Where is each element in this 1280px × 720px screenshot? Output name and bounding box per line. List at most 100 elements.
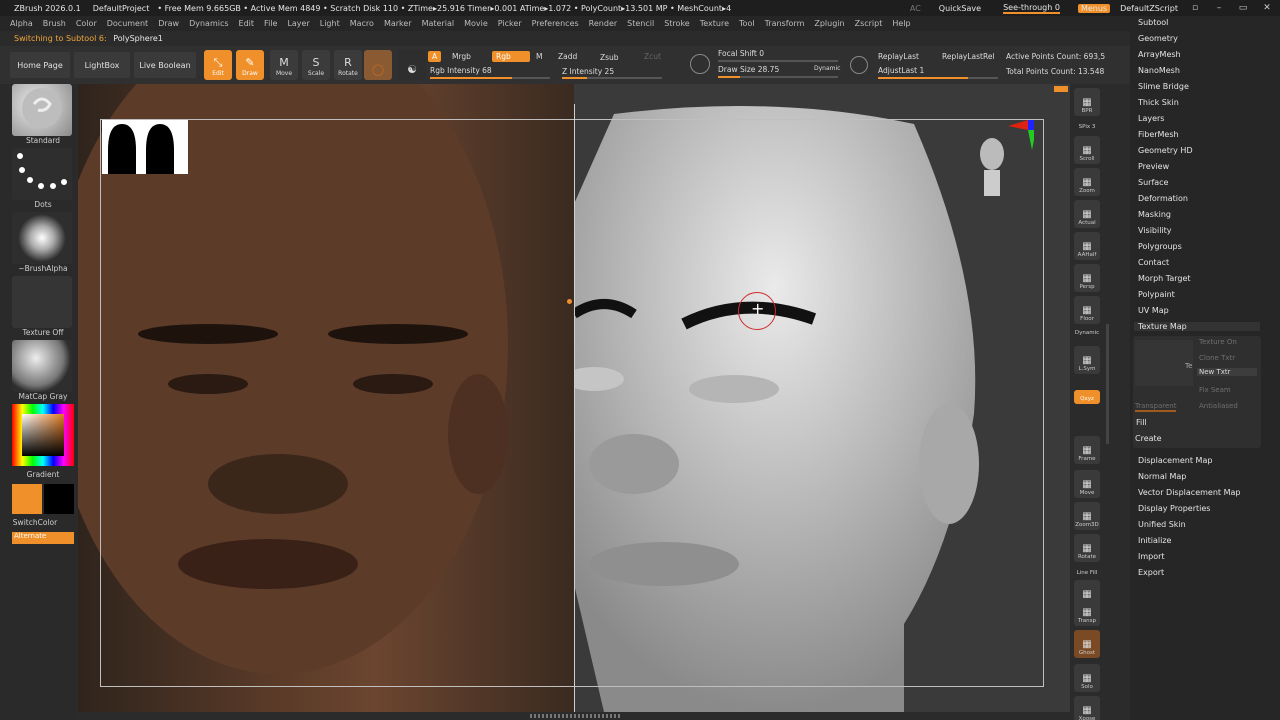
rotate-button[interactable]: R Rotate [334, 50, 362, 80]
menu-stencil[interactable]: Stencil [627, 19, 654, 28]
scale-button[interactable]: S Scale [302, 50, 330, 80]
brush-thumbnail[interactable] [12, 84, 72, 136]
menu-light[interactable]: Light [320, 19, 340, 28]
shelf-linefill-button[interactable]: Line Fill [1074, 564, 1100, 578]
palette-texture-map[interactable]: Texture Map [1134, 322, 1260, 331]
rgb-button[interactable]: Rgb [492, 51, 530, 62]
shelf-floor-button[interactable]: ▦ Floor [1074, 296, 1100, 324]
shelf-aahalf-button[interactable]: ▦ AAHalf [1074, 232, 1100, 260]
menu-material[interactable]: Material [422, 19, 455, 28]
secondary-color-swatch[interactable] [44, 484, 74, 514]
palette-geometry[interactable]: Geometry [1138, 34, 1178, 43]
minimize-icon[interactable]: – [1212, 3, 1226, 13]
dynamic-label[interactable]: Dynamic [814, 65, 840, 72]
stroke-thumbnail[interactable] [12, 148, 72, 200]
draw-size-slider[interactable] [718, 76, 838, 78]
project-name[interactable]: DefaultProject [93, 4, 150, 13]
palette-slime-bridge[interactable]: Slime Bridge [1138, 82, 1189, 91]
menu-file[interactable]: File [264, 19, 277, 28]
shelf-solo-button[interactable]: ▦ Solo [1074, 664, 1100, 692]
palette-displacement-map[interactable]: Displacement Map [1138, 456, 1212, 465]
palette-polypaint[interactable]: Polypaint [1138, 290, 1175, 299]
palette-normal-map[interactable]: Normal Map [1138, 472, 1186, 481]
clone-txtr-button[interactable]: Clone Txtr [1199, 354, 1235, 362]
palette-preview[interactable]: Preview [1138, 162, 1169, 171]
antialiased-toggle[interactable]: Antialiased [1199, 402, 1238, 410]
menu-draw[interactable]: Draw [158, 19, 179, 28]
shelf-zoom3d-button[interactable]: ▦ Zoom3D [1074, 502, 1100, 530]
help-icon[interactable]: ▫ [1188, 3, 1202, 13]
shelf-spix-button[interactable]: SPix 3 [1074, 118, 1100, 132]
edit-button[interactable]: ⤡ Edit [204, 50, 232, 80]
menu-movie[interactable]: Movie [464, 19, 488, 28]
palette-layers[interactable]: Layers [1138, 114, 1164, 123]
menu-picker[interactable]: Picker [498, 19, 522, 28]
move-button[interactable]: M Move [270, 50, 298, 80]
texture-on-button[interactable]: Texture On [1199, 338, 1237, 346]
menu-document[interactable]: Document [107, 19, 148, 28]
shelf-rotate-button[interactable]: ▦ Rotate [1074, 534, 1100, 562]
bottom-tray-handle[interactable] [530, 714, 620, 718]
palette-display-properties[interactable]: Display Properties [1138, 504, 1210, 513]
menu-marker[interactable]: Marker [384, 19, 412, 28]
rgb-intensity-slider[interactable] [430, 77, 550, 79]
focal-shift-icon[interactable] [690, 54, 710, 74]
palette-morph-target[interactable]: Morph Target [1138, 274, 1191, 283]
palette-masking[interactable]: Masking [1138, 210, 1171, 219]
material-swatch[interactable]: ◯ [364, 50, 392, 80]
fix-seam-button[interactable]: Fix Seam [1199, 386, 1231, 394]
mrgb-button[interactable]: Mrgb [452, 52, 471, 61]
switch-color-button[interactable]: SwitchColor [0, 518, 70, 527]
palette-contact[interactable]: Contact [1138, 258, 1169, 267]
palette-surface[interactable]: Surface [1138, 178, 1168, 187]
menu-texture[interactable]: Texture [700, 19, 729, 28]
menu-edit[interactable]: Edit [239, 19, 255, 28]
menu-alpha[interactable]: Alpha [10, 19, 33, 28]
replay-last-rel-button[interactable]: ReplayLastRel [942, 52, 995, 61]
viewport-canvas[interactable]: + [78, 84, 1070, 712]
menu-color[interactable]: Color [76, 19, 97, 28]
menu-transform[interactable]: Transform [765, 19, 805, 28]
adjust-last-track[interactable] [878, 77, 998, 79]
shelf-move-button[interactable]: ▦ Move [1074, 470, 1100, 498]
menu-dynamics[interactable]: Dynamics [189, 19, 228, 28]
palette-geometry-hd[interactable]: Geometry HD [1138, 146, 1193, 155]
shelf-actual-button[interactable]: ▦ Actual [1074, 200, 1100, 228]
menu-brush[interactable]: Brush [43, 19, 66, 28]
focal-shift-slider[interactable] [718, 60, 838, 62]
home-page-button[interactable]: Home Page [10, 52, 70, 78]
material-thumbnail[interactable] [12, 340, 72, 392]
palette-arraymesh[interactable]: ArrayMesh [1138, 50, 1181, 59]
palette-visibility[interactable]: Visibility [1138, 226, 1172, 235]
replay-last-button[interactable]: ReplayLast [878, 52, 919, 61]
palette-initialize[interactable]: Initialize [1138, 536, 1171, 545]
palette-uv-map[interactable]: UV Map [1138, 306, 1169, 315]
shelf-zoom-button[interactable]: ▦ Zoom [1074, 168, 1100, 196]
menu-tool[interactable]: Tool [739, 19, 755, 28]
color-square[interactable] [22, 414, 64, 456]
script-name[interactable]: DefaultZScript [1120, 4, 1178, 13]
menu-zplugin[interactable]: Zplugin [814, 19, 844, 28]
a-button[interactable]: A [428, 51, 442, 62]
palette-thick-skin[interactable]: Thick Skin [1138, 98, 1179, 107]
shelf-scroll-button[interactable]: ▦ Scroll [1074, 136, 1100, 164]
shelf-bpr-button[interactable]: ▦ BPR [1074, 88, 1100, 116]
scroll-indicator[interactable] [1054, 86, 1068, 92]
menu-stroke[interactable]: Stroke [664, 19, 690, 28]
palette-export[interactable]: Export [1138, 568, 1164, 577]
shelf-xyz-button[interactable]: Qxyz [1074, 390, 1100, 404]
menu-macro[interactable]: Macro [350, 19, 374, 28]
alternate-button[interactable]: Alternate [12, 532, 74, 544]
main-color-swatch[interactable] [12, 484, 42, 514]
transparent-toggle[interactable]: Transparent [1135, 402, 1177, 412]
shelf-transp-button[interactable]: ▦ Transp [1074, 598, 1100, 626]
palette-unified-skin[interactable]: Unified Skin [1138, 520, 1186, 529]
zcut-button[interactable]: Zcut [644, 52, 661, 61]
menu-help[interactable]: Help [892, 19, 910, 28]
palette-polygroups[interactable]: Polygroups [1138, 242, 1182, 251]
menu-preferences[interactable]: Preferences [532, 19, 579, 28]
shelf-scrollbar[interactable] [1106, 324, 1109, 444]
palette-subtool[interactable]: Subtool [1138, 18, 1168, 27]
draw-button[interactable]: ✎ Draw [236, 50, 264, 80]
live-boolean-button[interactable]: Live Boolean [134, 52, 196, 78]
